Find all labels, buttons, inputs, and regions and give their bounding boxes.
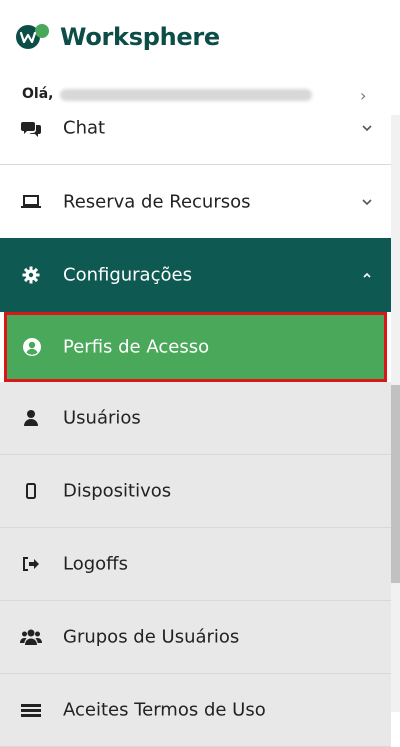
brand-logo[interactable]: Worksphere — [14, 22, 220, 52]
worksphere-logo-icon — [16, 24, 49, 49]
sidebar-menu: Chat Reserva de Recursos Configurações P… — [0, 92, 391, 747]
user-name-redacted — [60, 89, 312, 101]
sign-out-icon — [20, 553, 42, 575]
greeting-label: Olá, — [22, 86, 54, 102]
menu-item-grupos-de-usuarios[interactable]: Grupos de Usuários — [0, 601, 391, 674]
brand-name: Worksphere — [60, 23, 220, 51]
menu-item-label: Reserva de Recursos — [63, 191, 251, 212]
menu-item-aceites-termos-de-uso[interactable]: Aceites Termos de Uso — [0, 674, 391, 747]
mobile-icon — [20, 480, 42, 502]
menu-item-label: Aceites Termos de Uso — [63, 699, 266, 721]
user-circle-icon — [21, 336, 43, 358]
chevron-down-icon — [362, 198, 372, 205]
sidebar-header: Worksphere Olá, › — [0, 0, 400, 115]
menu-item-label: Perfis de Acesso — [63, 336, 210, 358]
chat-icon — [20, 117, 42, 139]
menu-item-label: Configurações — [63, 264, 192, 286]
chevron-up-icon — [363, 272, 371, 278]
list-icon — [20, 699, 42, 721]
users-icon — [20, 626, 42, 648]
scrollbar-thumb[interactable] — [391, 385, 400, 583]
chevron-down-icon — [362, 125, 372, 132]
laptop-icon — [20, 191, 42, 213]
menu-item-usuarios[interactable]: Usuários — [0, 382, 391, 455]
menu-item-label: Dispositivos — [63, 480, 172, 502]
menu-item-label: Logoffs — [63, 553, 128, 575]
menu-item-configuracoes[interactable]: Configurações — [0, 238, 391, 312]
menu-item-label: Grupos de Usuários — [63, 626, 240, 648]
menu-item-reserva-de-recursos[interactable]: Reserva de Recursos — [0, 165, 391, 238]
menu-item-label: Usuários — [63, 407, 141, 429]
user-icon — [20, 407, 42, 429]
chevron-right-icon[interactable]: › — [360, 86, 366, 105]
menu-item-logoffs[interactable]: Logoffs — [0, 528, 391, 601]
menu-item-perfis-de-acesso[interactable]: Perfis de Acesso — [4, 312, 387, 382]
menu-item-label: Chat — [63, 117, 106, 139]
gear-icon — [20, 264, 42, 286]
menu-item-dispositivos[interactable]: Dispositivos — [0, 455, 391, 528]
